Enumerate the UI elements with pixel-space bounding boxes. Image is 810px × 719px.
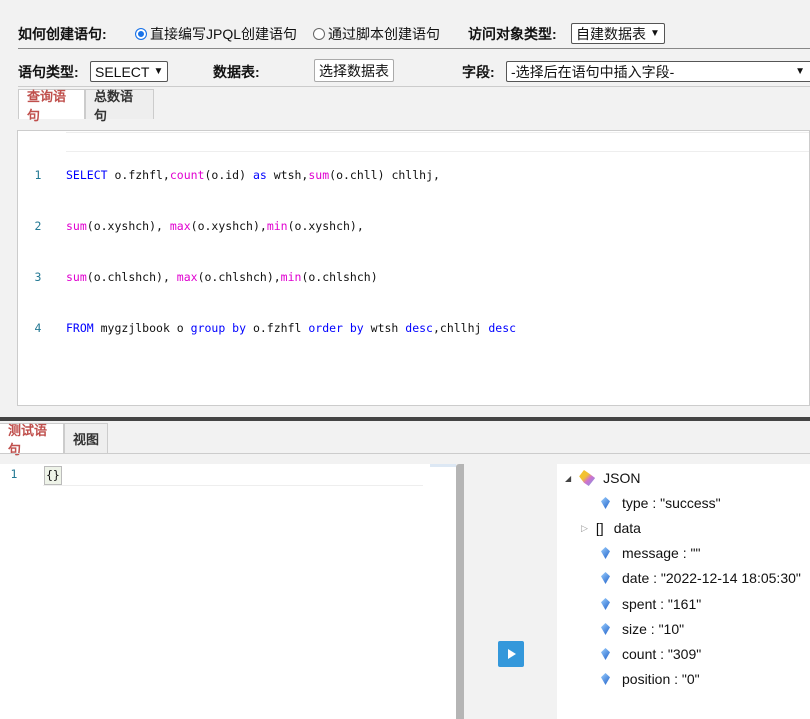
divider <box>0 453 810 454</box>
chevron-down-icon: ▼ <box>795 66 805 77</box>
property-icon <box>601 497 610 509</box>
json-object-icon <box>579 470 596 486</box>
property-icon <box>601 623 610 635</box>
line-number: 1 <box>10 467 18 481</box>
line-number: 1 <box>34 168 42 182</box>
access-type-label: 访问对象类型: <box>468 26 557 42</box>
tree-item[interactable]: position : "0" <box>601 671 700 687</box>
json-tree: ◢ JSON type : "success" ▷[] data message :… <box>557 464 810 719</box>
code-line: sum(o.xyshch), max(o.xyshch),min(o.xyshc… <box>66 219 364 233</box>
statement-type-select[interactable]: SELECT ▼ <box>90 61 169 82</box>
radio-unchecked-icon[interactable] <box>313 28 325 40</box>
radio-jpql-label: 直接编写JPQL创建语句 <box>150 26 298 42</box>
code-line: FROM mygzjlbook o group by o.fzhfl order… <box>66 321 517 335</box>
tree-item[interactable]: message : "" <box>601 545 700 561</box>
scroll-marker <box>430 464 456 467</box>
chevron-down-icon: ▼ <box>153 66 164 77</box>
property-icon <box>601 572 610 584</box>
field-value: -选择后在语句中插入字段- <box>511 63 675 80</box>
access-type-value: 自建数据表 <box>576 25 646 42</box>
statement-type-label: 语句类型: <box>18 64 79 80</box>
create-method-label: 如何创建语句: <box>18 26 107 42</box>
code-line: SELECT o.fzhfl,count(o.id) as wtsh,sum(o… <box>66 168 440 182</box>
vertical-splitter[interactable] <box>456 464 464 719</box>
field-label: 字段: <box>462 64 495 80</box>
array-icon: [] <box>595 520 604 536</box>
radio-script[interactable]: 通过脚本创建语句 <box>313 24 440 44</box>
play-icon <box>508 649 516 659</box>
property-icon <box>601 547 610 559</box>
line-number: 2 <box>34 219 42 233</box>
tree-item[interactable]: date : "2022-12-14 18:05:30" <box>601 570 801 586</box>
property-icon <box>601 673 610 685</box>
radio-checked-icon[interactable] <box>135 28 147 40</box>
chevron-down-icon: ▼ <box>650 28 660 39</box>
tab-test[interactable]: 测试语句 <box>0 423 64 457</box>
expanded-arrow-icon[interactable]: ◢ <box>565 474 571 483</box>
property-icon <box>601 648 610 660</box>
tree-root-label: JSON <box>603 470 641 486</box>
divider <box>18 48 810 49</box>
line-number: 4 <box>34 321 42 335</box>
tree-item-data[interactable]: ▷[] data <box>581 520 641 536</box>
statement-type-value: SELECT <box>95 63 150 80</box>
line-number: 3 <box>34 270 42 284</box>
collapsed-arrow-icon[interactable]: ▷ <box>581 523 588 534</box>
test-editor[interactable]: 1 {} <box>0 464 456 719</box>
code-line: {} <box>44 466 62 485</box>
tree-item[interactable]: spent : "161" <box>601 596 701 612</box>
current-line-highlight <box>43 466 423 486</box>
field-select[interactable]: -选择后在语句中插入字段- ▼ <box>506 61 810 82</box>
tree-root[interactable]: ◢ JSON <box>565 470 641 486</box>
splitter[interactable] <box>0 417 810 421</box>
query-editor[interactable]: 1 SELECT o.fzhfl,count(o.id) as wtsh,sum(… <box>17 130 810 406</box>
table-label: 数据表: <box>213 64 260 80</box>
radio-script-label: 通过脚本创建语句 <box>328 26 440 42</box>
select-table-button[interactable]: 选择数据表 <box>314 59 394 82</box>
tree-item[interactable]: count : "309" <box>601 646 701 662</box>
tab-view[interactable]: 视图 <box>64 423 108 453</box>
access-type-select[interactable]: 自建数据表 ▼ <box>571 23 665 44</box>
code-line: sum(o.chlshch), max(o.chlshch),min(o.chl… <box>66 270 378 284</box>
tab-query[interactable]: 查询语句 <box>18 89 85 123</box>
radio-jpql[interactable]: 直接编写JPQL创建语句 <box>135 24 297 44</box>
property-icon <box>601 598 610 610</box>
tree-item[interactable]: size : "10" <box>601 621 684 637</box>
run-button[interactable] <box>498 641 524 667</box>
tree-item[interactable]: type : "success" <box>601 495 721 511</box>
tab-count[interactable]: 总数语句 <box>85 89 154 123</box>
